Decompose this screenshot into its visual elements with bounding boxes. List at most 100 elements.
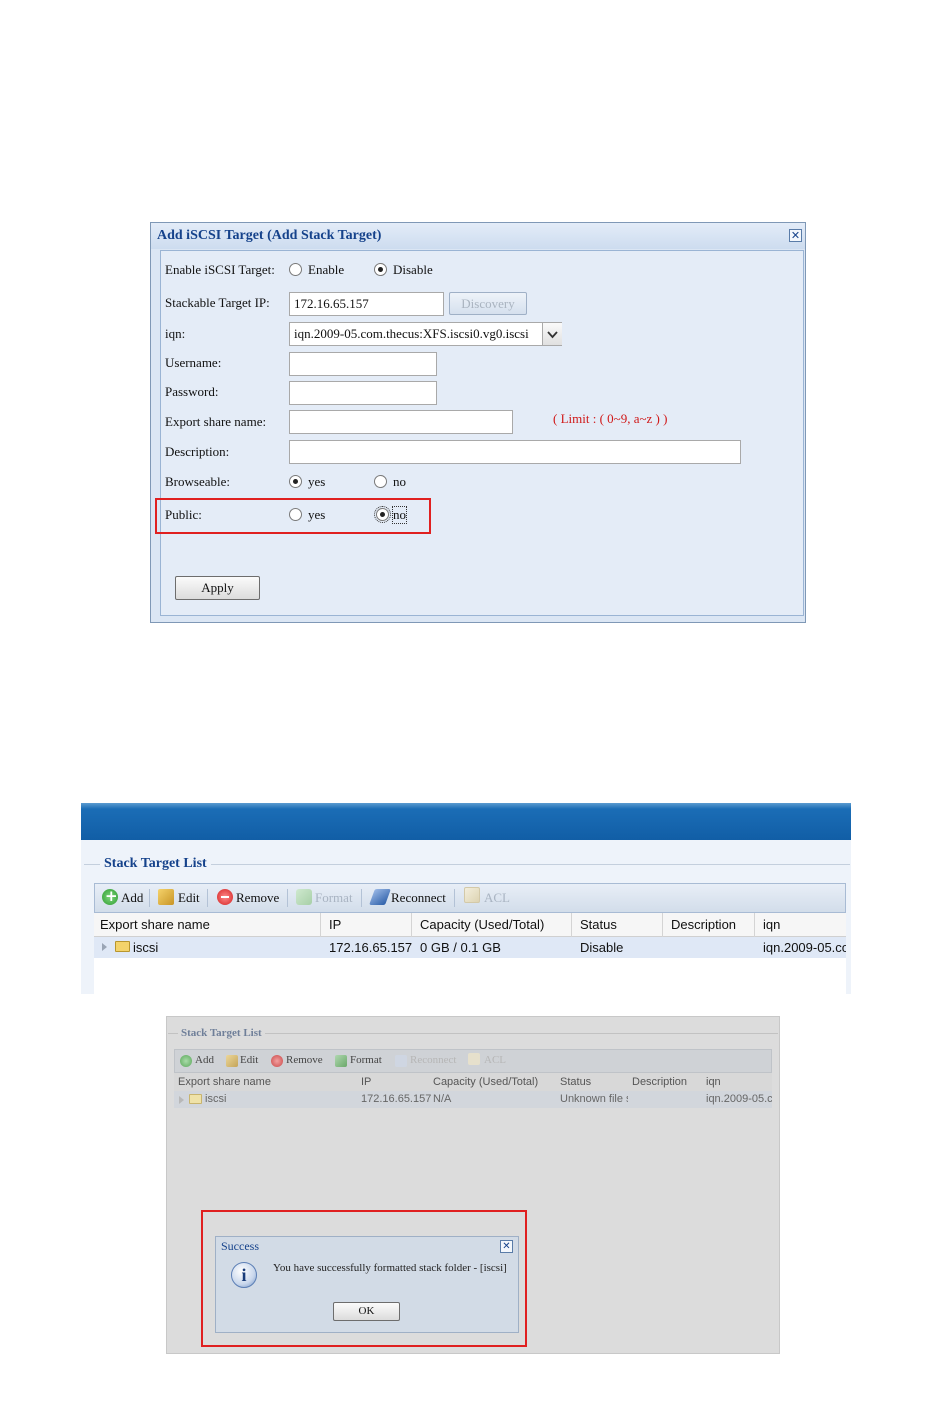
remove-button[interactable]: Remove [236, 890, 279, 906]
acl-button[interactable]: ACL [484, 1054, 506, 1066]
row-status: Disable [580, 940, 624, 955]
username-input[interactable] [289, 352, 437, 376]
acl-icon[interactable] [468, 1053, 480, 1065]
password-input[interactable] [289, 381, 437, 405]
success-message: You have successfully formatted stack fo… [273, 1262, 507, 1274]
edit-button[interactable]: Edit [178, 890, 200, 906]
add-icon[interactable] [102, 887, 118, 905]
table-row[interactable] [174, 1091, 772, 1108]
stackable-ip-input[interactable]: 172.16.65.157 [289, 292, 444, 316]
stack-list-title: Stack Target List [100, 856, 211, 872]
row-capacity: N/A [433, 1093, 452, 1105]
info-icon: i [231, 1262, 257, 1288]
toolbar-divider [149, 889, 150, 907]
description-label: Description: [165, 444, 230, 459]
add-button[interactable]: Add [121, 890, 143, 906]
edit-button[interactable]: Edit [240, 1054, 258, 1066]
apply-button[interactable]: Apply [175, 576, 260, 600]
export-share-input[interactable] [289, 410, 513, 434]
add-icon[interactable] [180, 1055, 192, 1067]
reconnect-button[interactable]: Reconnect [410, 1054, 456, 1066]
public-no-radio[interactable] [374, 506, 391, 523]
ok-button[interactable]: OK [333, 1302, 400, 1321]
toolbar-divider [207, 889, 208, 907]
header-bar [81, 803, 851, 840]
disable-option-label: Disable [393, 262, 433, 277]
row-share-name: iscsi [133, 940, 159, 955]
grid-empty-area [94, 958, 846, 994]
expand-arrow-icon[interactable] [179, 1096, 184, 1104]
column-header-iqn[interactable]: iqn [763, 917, 780, 932]
description-input[interactable] [289, 440, 741, 464]
enable-option-label: Enable [308, 262, 345, 277]
column-header-ip[interactable]: IP [329, 917, 341, 932]
column-divider [411, 913, 412, 937]
expand-arrow-icon[interactable] [102, 943, 107, 951]
remove-button[interactable]: Remove [286, 1054, 323, 1066]
browseable-no-label: no [393, 474, 406, 489]
username-label: Username: [165, 355, 222, 370]
stackable-ip-label: Stackable Target IP: [165, 295, 270, 310]
column-header-capacity[interactable]: Capacity (Used/Total) [420, 917, 544, 932]
toolbar-divider [361, 889, 362, 907]
column-header-export-share[interactable]: Export share name [100, 917, 210, 932]
column-header-ip[interactable]: IP [361, 1076, 371, 1088]
dialog-title-bar[interactable]: Add iSCSI Target (Add Stack Target) ✕ [151, 223, 805, 249]
column-header-capacity[interactable]: Capacity (Used/Total) [433, 1076, 538, 1088]
row-share-name: iscsi [205, 1093, 227, 1105]
remove-icon[interactable] [271, 1055, 283, 1067]
edit-icon[interactable] [158, 889, 174, 905]
row-status: Unknown file sy [560, 1093, 628, 1105]
column-header-status[interactable]: Status [560, 1076, 591, 1088]
public-label: Public: [165, 507, 202, 522]
column-divider [571, 913, 572, 937]
column-header-description[interactable]: Description [671, 917, 736, 932]
enable-radio[interactable] [289, 263, 302, 276]
row-iqn: iqn.2009-05.co [706, 1093, 772, 1105]
column-header-status[interactable]: Status [580, 917, 617, 932]
browseable-no-radio[interactable] [374, 475, 387, 488]
add-button[interactable]: Add [195, 1054, 214, 1066]
browseable-yes-radio[interactable] [289, 475, 302, 488]
close-icon[interactable]: ✕ [500, 1240, 513, 1253]
iqn-label: iqn: [165, 326, 186, 341]
column-header-export-share[interactable]: Export share name [178, 1076, 271, 1088]
format-button[interactable]: Format [315, 890, 353, 906]
public-yes-radio[interactable] [289, 508, 302, 521]
acl-icon[interactable] [464, 887, 480, 903]
column-header-description[interactable]: Description [632, 1076, 687, 1088]
column-divider [662, 913, 663, 937]
edit-icon[interactable] [226, 1055, 238, 1067]
close-icon[interactable]: ✕ [789, 229, 802, 242]
browseable-yes-label: yes [308, 474, 326, 489]
format-icon[interactable] [335, 1055, 347, 1067]
folder-icon [189, 1094, 202, 1104]
remove-icon[interactable] [217, 889, 233, 905]
column-header-iqn[interactable]: iqn [706, 1076, 721, 1088]
dialog-title: Add iSCSI Target (Add Stack Target) [157, 228, 382, 243]
format-icon[interactable] [296, 889, 312, 905]
reconnect-icon[interactable] [395, 1055, 407, 1067]
row-ip: 172.16.65.157 [361, 1093, 432, 1105]
toolbar-divider [287, 889, 288, 907]
enable-target-label: Enable iSCSI Target: [165, 262, 275, 277]
public-yes-label: yes [308, 507, 326, 522]
disable-radio[interactable] [374, 263, 387, 276]
discovery-button[interactable]: Discovery [449, 292, 527, 315]
column-divider [754, 913, 755, 937]
format-button[interactable]: Format [350, 1054, 382, 1066]
column-divider [320, 913, 321, 937]
export-share-label: Export share name: [165, 414, 267, 429]
success-title: Success [221, 1239, 259, 1253]
toolbar-divider [454, 889, 455, 907]
chevron-down-icon[interactable] [542, 323, 562, 345]
row-iqn: iqn.2009-05.co [763, 940, 846, 955]
acl-button[interactable]: ACL [484, 890, 510, 906]
row-ip: 172.16.65.157 [329, 940, 413, 955]
iqn-select[interactable]: iqn.2009-05.com.thecus:XFS.iscsi0.vg0.is… [289, 322, 562, 346]
export-limit-hint: ( Limit : ( 0~9, a~z ) ) [553, 411, 668, 426]
row-capacity: 0 GB / 0.1 GB [420, 940, 501, 955]
reconnect-button[interactable]: Reconnect [391, 890, 446, 906]
password-label: Password: [165, 384, 219, 399]
folder-icon [115, 941, 130, 952]
